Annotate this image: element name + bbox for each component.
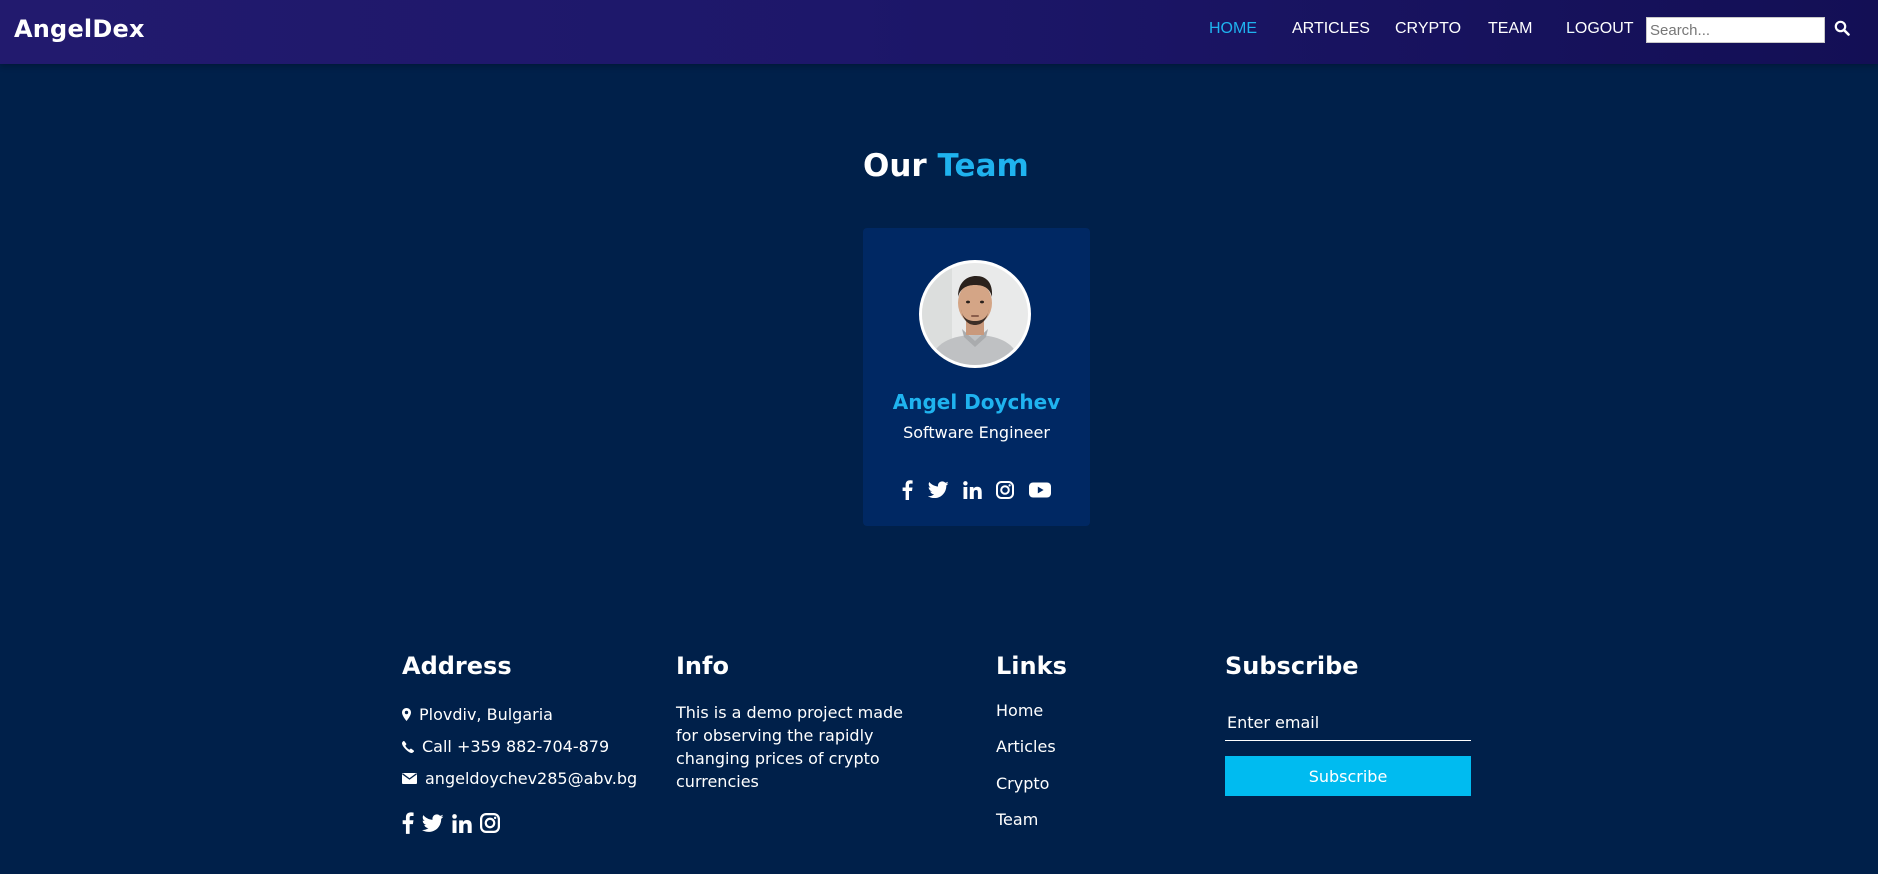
address-phone: Call +359 882-704-879 — [402, 737, 609, 756]
linkedin-icon[interactable] — [963, 481, 982, 499]
email-field[interactable] — [1225, 704, 1471, 741]
youtube-icon[interactable] — [1028, 482, 1051, 498]
footer-link-articles[interactable]: Articles — [996, 737, 1056, 756]
search-input[interactable] — [1646, 17, 1825, 43]
envelope-icon — [402, 773, 417, 784]
footer-links-column: Links — [996, 652, 1067, 680]
facebook-icon[interactable] — [402, 812, 414, 834]
instagram-icon[interactable] — [996, 481, 1015, 499]
footer-address-heading: Address — [402, 652, 512, 680]
footer-info-text: This is a demo project made for observin… — [676, 703, 904, 791]
footer-link-crypto[interactable]: Crypto — [996, 774, 1049, 793]
footer-links-heading: Links — [996, 652, 1067, 680]
section-title: Our Team — [863, 148, 1029, 184]
nav-articles[interactable]: ARTICLES — [1292, 20, 1370, 38]
footer-info-column: Info — [676, 652, 729, 680]
footer-link-team[interactable]: Team — [996, 810, 1038, 829]
section-title-main: Our — [863, 148, 927, 184]
footer-subscribe-column: Subscribe — [1225, 652, 1359, 680]
address-location: Plovdiv, Bulgaria — [402, 705, 553, 724]
team-member-card: Angel Doychev Software Engineer — [863, 228, 1090, 526]
address-location-text: Plovdiv, Bulgaria — [419, 705, 553, 724]
address-email: angeldoychev285@abv.bg — [402, 769, 637, 788]
avatar — [919, 260, 1031, 368]
facebook-icon[interactable] — [902, 480, 913, 500]
nav-team[interactable]: TEAM — [1488, 20, 1532, 38]
map-marker-icon — [402, 708, 411, 721]
address-email-text[interactable]: angeldoychev285@abv.bg — [425, 769, 637, 788]
member-photo — [922, 263, 1028, 365]
member-role: Software Engineer — [903, 423, 1050, 442]
footer-address-column: Address — [402, 652, 512, 680]
member-social-links — [863, 480, 1090, 502]
footer-social-links — [402, 811, 508, 835]
twitter-icon[interactable] — [422, 813, 444, 833]
subscribe-button[interactable]: Subscribe — [1225, 756, 1471, 796]
phone-icon — [402, 740, 414, 753]
nav-logout[interactable]: LOGOUT — [1566, 20, 1634, 38]
brand-logo[interactable]: AngelDex — [14, 15, 145, 43]
nav-home[interactable]: HOME — [1209, 20, 1257, 38]
top-navbar: AngelDex HOME ARTICLES CRYPTO TEAM LOGOU… — [0, 0, 1878, 64]
nav-crypto[interactable]: CRYPTO — [1395, 20, 1461, 38]
footer-subscribe-heading: Subscribe — [1225, 652, 1359, 680]
linkedin-icon[interactable] — [452, 813, 472, 833]
footer-link-home[interactable]: Home — [996, 701, 1043, 720]
address-phone-text: Call +359 882-704-879 — [422, 737, 610, 756]
footer-info-heading: Info — [676, 652, 729, 680]
member-name: Angel Doychev — [892, 390, 1061, 414]
search-icon[interactable] — [1834, 20, 1852, 40]
twitter-icon[interactable] — [927, 481, 949, 499]
section-title-accent: Team — [937, 148, 1029, 184]
instagram-icon[interactable] — [480, 813, 500, 833]
